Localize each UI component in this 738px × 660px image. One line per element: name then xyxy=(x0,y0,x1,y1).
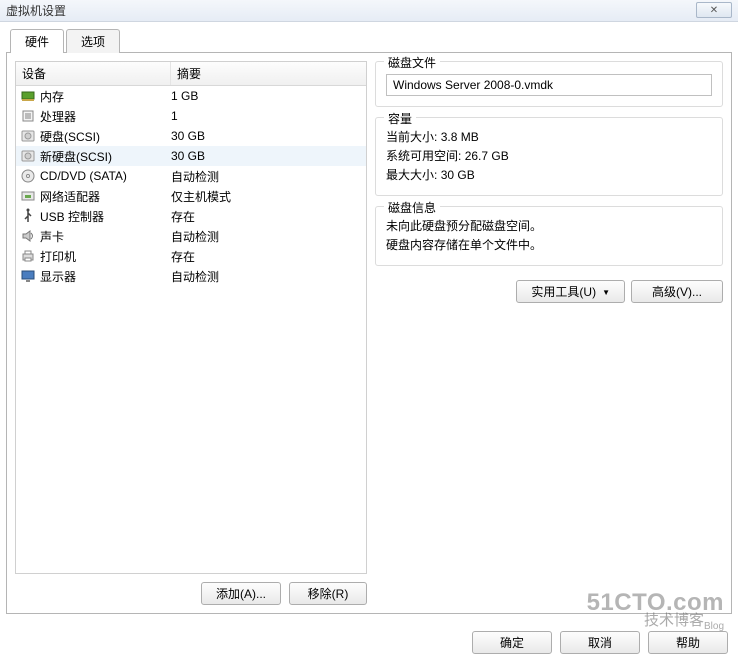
header-device[interactable]: 设备 xyxy=(16,62,171,85)
capacity-label: 容量 xyxy=(384,110,416,127)
current-size-row: 当前大小: 3.8 MB xyxy=(386,128,712,145)
disk-info-group: 磁盘信息 未向此硬盘预分配磁盘空间。 硬盘内容存储在单个文件中。 xyxy=(375,206,723,266)
disk-icon xyxy=(20,148,36,164)
device-row[interactable]: 声卡自动检测 xyxy=(16,226,366,246)
left-column: 设备 摘要 内存1 GB处理器1硬盘(SCSI)30 GB新硬盘(SCSI)30… xyxy=(15,61,367,605)
device-name: 新硬盘(SCSI) xyxy=(40,148,171,165)
header-summary[interactable]: 摘要 xyxy=(171,62,366,85)
device-buttons: 添加(A)... 移除(R) xyxy=(15,582,367,605)
current-size-value: 3.8 MB xyxy=(441,130,479,144)
memory-icon xyxy=(20,88,36,104)
printer-icon xyxy=(20,248,36,264)
disk-icon xyxy=(20,128,36,144)
device-row[interactable]: CD/DVD (SATA)自动检测 xyxy=(16,166,366,186)
nic-icon xyxy=(20,188,36,204)
help-button[interactable]: 帮助 xyxy=(648,631,728,654)
device-row[interactable]: 网络适配器仅主机模式 xyxy=(16,186,366,206)
sound-icon xyxy=(20,228,36,244)
display-icon xyxy=(20,268,36,284)
device-summary: 存在 xyxy=(171,208,362,225)
device-row[interactable]: 硬盘(SCSI)30 GB xyxy=(16,126,366,146)
device-summary: 自动检测 xyxy=(171,268,362,285)
free-space-value: 26.7 GB xyxy=(465,149,509,163)
watermark-line2: 技术博客Blog xyxy=(587,613,724,632)
device-name: 打印机 xyxy=(40,248,171,265)
settings-panel: 设备 摘要 内存1 GB处理器1硬盘(SCSI)30 GB新硬盘(SCSI)30… xyxy=(6,52,732,614)
current-size-label: 当前大小: xyxy=(386,130,437,144)
window-title: 虚拟机设置 xyxy=(6,2,66,19)
cd-icon xyxy=(20,168,36,184)
disk-file-label: 磁盘文件 xyxy=(384,54,440,71)
tab-options[interactable]: 选项 xyxy=(66,29,120,53)
device-summary: 自动检测 xyxy=(171,228,362,245)
add-button[interactable]: 添加(A)... xyxy=(201,582,281,605)
tab-hardware[interactable]: 硬件 xyxy=(10,29,64,53)
device-summary: 存在 xyxy=(171,248,362,265)
device-name: 内存 xyxy=(40,88,171,105)
device-row[interactable]: 显示器自动检测 xyxy=(16,266,366,286)
title-bar: 虚拟机设置 ✕ xyxy=(0,0,738,22)
capacity-group: 容量 当前大小: 3.8 MB 系统可用空间: 26.7 GB 最大大小: 30… xyxy=(375,117,723,196)
chevron-down-icon: ▼ xyxy=(602,288,610,297)
dialog-buttons: 确定 取消 帮助 xyxy=(472,631,728,654)
disk-info-line2: 硬盘内容存储在单个文件中。 xyxy=(386,236,712,253)
tab-strip: 硬件 选项 xyxy=(10,28,738,52)
remove-button[interactable]: 移除(R) xyxy=(289,582,367,605)
max-size-row: 最大大小: 30 GB xyxy=(386,166,712,183)
usb-icon xyxy=(20,208,36,224)
device-row[interactable]: USB 控制器存在 xyxy=(16,206,366,226)
device-summary: 30 GB xyxy=(171,149,362,163)
device-name: 显示器 xyxy=(40,268,171,285)
free-space-label: 系统可用空间: xyxy=(386,149,461,163)
device-row[interactable]: 新硬盘(SCSI)30 GB xyxy=(16,146,366,166)
device-name: 处理器 xyxy=(40,108,171,125)
advanced-button[interactable]: 高级(V)... xyxy=(631,280,723,303)
detail-buttons: 实用工具(U)▼ 高级(V)... xyxy=(375,280,723,303)
window-close-button[interactable]: ✕ xyxy=(696,2,732,18)
ok-button[interactable]: 确定 xyxy=(472,631,552,654)
device-row[interactable]: 打印机存在 xyxy=(16,246,366,266)
disk-info-line1: 未向此硬盘预分配磁盘空间。 xyxy=(386,217,712,234)
right-column: 磁盘文件 容量 当前大小: 3.8 MB 系统可用空间: 26.7 GB 最大大… xyxy=(375,61,723,605)
cpu-icon xyxy=(20,108,36,124)
cancel-button[interactable]: 取消 xyxy=(560,631,640,654)
device-name: 声卡 xyxy=(40,228,171,245)
disk-file-group: 磁盘文件 xyxy=(375,61,723,107)
max-size-value: 30 GB xyxy=(441,168,475,182)
device-summary: 仅主机模式 xyxy=(171,188,362,205)
device-summary: 30 GB xyxy=(171,129,362,143)
device-summary: 自动检测 xyxy=(171,168,362,185)
device-name: 网络适配器 xyxy=(40,188,171,205)
device-row[interactable]: 内存1 GB xyxy=(16,86,366,106)
device-name: USB 控制器 xyxy=(40,208,171,225)
device-list-header: 设备 摘要 xyxy=(16,62,366,86)
device-name: CD/DVD (SATA) xyxy=(40,169,171,183)
close-icon: ✕ xyxy=(710,5,718,16)
max-size-label: 最大大小: xyxy=(386,168,437,182)
device-name: 硬盘(SCSI) xyxy=(40,128,171,145)
disk-info-label: 磁盘信息 xyxy=(384,199,440,216)
device-summary: 1 GB xyxy=(171,89,362,103)
device-list[interactable]: 设备 摘要 内存1 GB处理器1硬盘(SCSI)30 GB新硬盘(SCSI)30… xyxy=(15,61,367,574)
utilities-button[interactable]: 实用工具(U)▼ xyxy=(516,280,625,303)
free-space-row: 系统可用空间: 26.7 GB xyxy=(386,147,712,164)
disk-file-field[interactable] xyxy=(386,74,712,96)
device-summary: 1 xyxy=(171,109,362,123)
device-row[interactable]: 处理器1 xyxy=(16,106,366,126)
